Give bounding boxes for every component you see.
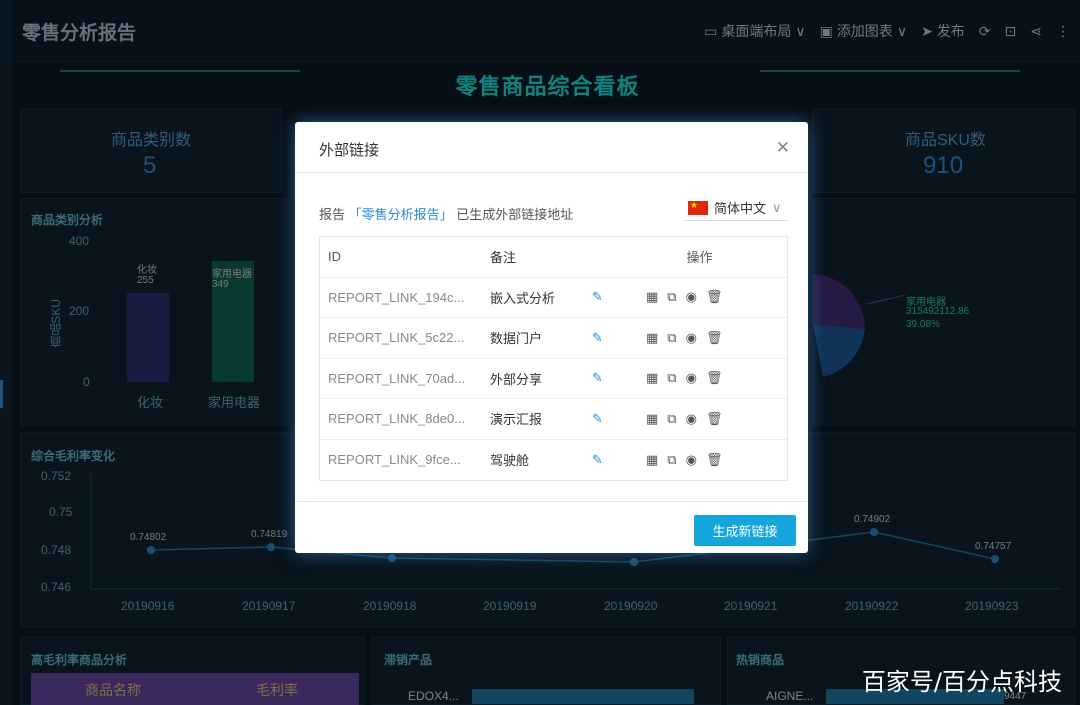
link-note: 数据门户 [490,331,543,347]
edit-icon[interactable]: ✎ [592,370,632,386]
trash-icon[interactable]: 🗑 [706,411,723,427]
close-icon[interactable]: ✕ [776,138,790,158]
copy-icon[interactable]: ⧉ [667,330,676,346]
generate-link-button[interactable]: 生成新链接 [694,515,796,546]
modal-footer: 生成新链接 [295,501,808,553]
eye-icon[interactable]: ◉ [686,411,697,427]
edit-icon[interactable]: ✎ [592,411,632,427]
trash-icon[interactable]: 🗑 [706,452,723,468]
modal-title: 外部链接 [319,142,380,159]
copy-icon[interactable]: ⧉ [667,452,676,468]
external-link-modal: 外部链接 ✕ 报告 「零售分析报告」 已生成外部链接地址 简体中文 ∨ ID 备… [295,122,808,553]
table-row: REPORT_LINK_9fce... 驾驶舱 ✎ ▦ ⧉ ◉ 🗑 [320,440,787,481]
edit-icon[interactable]: ✎ [592,330,632,346]
links-table: ID 备注 操作 REPORT_LINK_194c... 嵌入式分析 ✎ ▦ ⧉ ◉… [319,236,788,481]
link-id: REPORT_LINK_194c... [328,289,465,305]
column-header-id: ID [328,249,341,265]
edit-icon[interactable]: ✎ [592,289,632,305]
info-suffix: 已生成外部链接地址 [456,207,574,222]
info-prefix: 报告 [319,207,346,222]
link-note: 嵌入式分析 [490,290,556,306]
column-header-ops: 操作 [686,250,713,266]
report-name-link[interactable]: 「零售分析报告」 [349,207,453,222]
modal-header: 外部链接 ✕ [295,122,808,173]
language-select[interactable]: 简体中文 ∨ [684,195,788,221]
copy-icon[interactable]: ⧉ [667,370,676,386]
link-note: 演示汇报 [490,412,543,428]
qrcode-icon[interactable]: ▦ [646,452,658,468]
link-id: REPORT_LINK_9fce... [328,452,461,468]
link-note: 驾驶舱 [490,453,530,469]
link-note: 外部分享 [490,371,543,387]
row-actions: ▦ ⧉ ◉ 🗑 [632,330,787,346]
link-id: REPORT_LINK_8de0... [328,411,466,427]
edit-icon[interactable]: ✎ [592,452,632,468]
table-row: REPORT_LINK_70ad... 外部分享 ✎ ▦ ⧉ ◉ 🗑 [320,359,787,399]
eye-icon[interactable]: ◉ [686,370,697,386]
copy-icon[interactable]: ⧉ [667,289,676,305]
trash-icon[interactable]: 🗑 [706,289,723,305]
eye-icon[interactable]: ◉ [686,289,697,305]
watermark: 百家号/百分点科技 [861,668,1062,696]
table-row: REPORT_LINK_8de0... 演示汇报 ✎ ▦ ⧉ ◉ 🗑 [320,399,787,440]
qrcode-icon[interactable]: ▦ [646,411,658,427]
chevron-down-icon: ∨ [772,199,782,215]
eye-icon[interactable]: ◉ [686,452,697,468]
trash-icon[interactable]: 🗑 [706,330,723,346]
row-actions: ▦ ⧉ ◉ 🗑 [632,289,787,305]
table-row: REPORT_LINK_5c22... 数据门户 ✎ ▦ ⧉ ◉ 🗑 [320,318,787,359]
table-header: ID 备注 操作 [320,237,787,278]
eye-icon[interactable]: ◉ [686,330,697,346]
qrcode-icon[interactable]: ▦ [646,289,658,305]
language-label: 简体中文 [714,201,767,216]
row-actions: ▦ ⧉ ◉ 🗑 [632,370,787,386]
link-id: REPORT_LINK_70ad... [328,370,466,386]
row-actions: ▦ ⧉ ◉ 🗑 [632,411,787,427]
qrcode-icon[interactable]: ▦ [646,370,658,386]
trash-icon[interactable]: 🗑 [706,370,723,386]
qrcode-icon[interactable]: ▦ [646,330,658,346]
copy-icon[interactable]: ⧉ [667,411,676,427]
report-info: 报告 「零售分析报告」 已生成外部链接地址 [319,204,573,223]
row-actions: ▦ ⧉ ◉ 🗑 [632,452,787,468]
column-header-note: 备注 [490,250,517,266]
link-id: REPORT_LINK_5c22... [328,330,465,346]
table-row: REPORT_LINK_194c... 嵌入式分析 ✎ ▦ ⧉ ◉ 🗑 [320,278,787,318]
china-flag-icon [688,200,708,215]
